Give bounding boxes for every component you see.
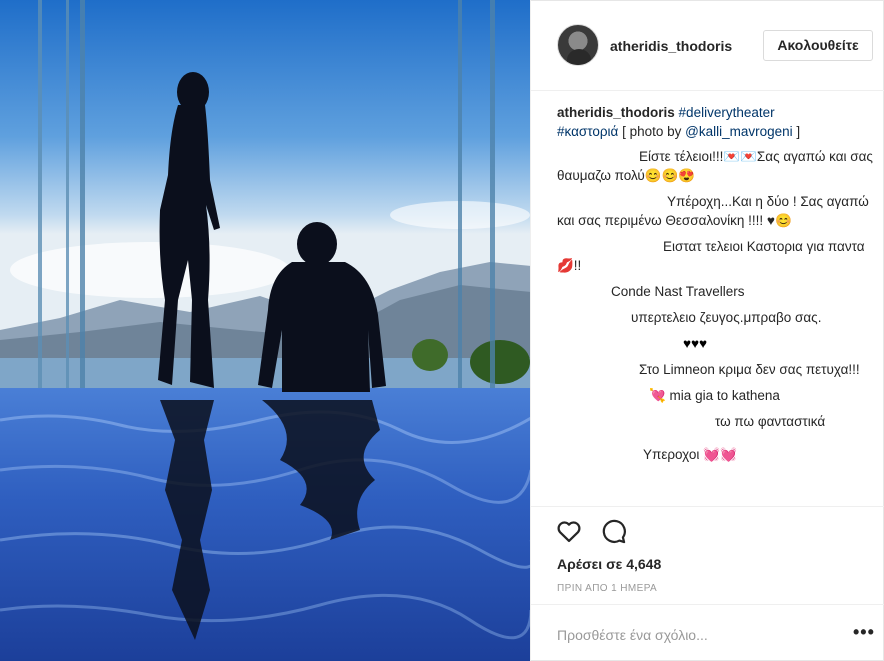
hashtag-link[interactable]: #καστοριά <box>557 124 618 139</box>
comment-item: τω πω φανταστικά <box>557 412 873 431</box>
comment-text: Είστε τέλειοι!!!💌💌Σας αγαπώ και σας θαυμ… <box>557 149 873 183</box>
likes-count[interactable]: Αρέσει σε 4,648 <box>557 556 661 572</box>
post-header: atheridis_thodoris Ακολουθείτε <box>531 1 884 91</box>
comment-text: Στο Limneon κριμα δεν σας πετυχα!!! <box>639 362 860 377</box>
caption-username[interactable]: atheridis_thodoris <box>557 105 675 120</box>
comment-text: τω πω φανταστικά <box>715 414 826 429</box>
comment-item: 💘 mia gia to kathena <box>557 386 873 405</box>
comment-item: Conde Nast Travellers <box>557 282 873 301</box>
post-photo-image <box>0 0 530 661</box>
comment-text: Υπέροχη...Και η δύο ! Σας αγαπώ και σας … <box>557 194 869 228</box>
comment-item: Υπέροχη...Και η δύο ! Σας αγαπώ και σας … <box>557 192 873 230</box>
ellipsis-icon[interactable]: ••• <box>853 623 875 641</box>
mention-link[interactable]: @kalli_mavrogeni <box>685 124 793 139</box>
speech-bubble-icon[interactable] <box>599 517 627 545</box>
add-comment-input[interactable] <box>557 625 837 645</box>
comment-item: ♥♥♥ <box>557 334 873 353</box>
comment-item: υπερτελειο ζευγος.μπραβο σας. <box>557 308 873 327</box>
comment-text: Ειστατ τελειοι Καστορια για παντα💋!! <box>557 239 865 273</box>
caption-text-end: ] <box>792 124 801 139</box>
post-photo[interactable] <box>0 0 531 661</box>
add-comment-row: ••• <box>531 604 884 661</box>
comment-item: Υπεροχοι 💓💓 <box>557 445 873 464</box>
post-timestamp[interactable]: ΠΡΙΝ ΑΠΟ 1 ΗΜΕΡΑ <box>557 583 657 594</box>
actions-divider <box>531 506 884 507</box>
avatar[interactable] <box>557 24 599 66</box>
heart-outline-icon[interactable] <box>555 517 583 545</box>
comment-text: 💘 mia gia to kathena <box>649 388 780 403</box>
author-username[interactable]: atheridis_thodoris <box>610 38 732 54</box>
following-button[interactable]: Ακολουθείτε <box>763 30 873 61</box>
comment-text: υπερτελειο ζευγος.μπραβο σας. <box>631 310 822 325</box>
comment-text: ♥♥♥ <box>683 336 708 351</box>
comment-text: Υπεροχοι 💓💓 <box>643 447 737 462</box>
post-sidebar: atheridis_thodoris Ακολουθείτε atheridis… <box>531 0 884 661</box>
hashtag-link[interactable]: #deliverytheater <box>679 105 775 120</box>
comment-item: Είστε τέλειοι!!!💌💌Σας αγαπώ και σας θαυμ… <box>557 147 873 185</box>
comments-list[interactable]: atheridis_thodoris #deliverytheater #κασ… <box>557 103 873 506</box>
post-caption: atheridis_thodoris #deliverytheater #κασ… <box>557 103 873 141</box>
comment-item: Στο Limneon κριμα δεν σας πετυχα!!! <box>557 360 873 379</box>
caption-text: [ photo by <box>618 124 686 139</box>
comment-item: Ειστατ τελειοι Καστορια για παντα💋!! <box>557 237 873 275</box>
comment-text: Conde Nast Travellers <box>611 284 745 299</box>
